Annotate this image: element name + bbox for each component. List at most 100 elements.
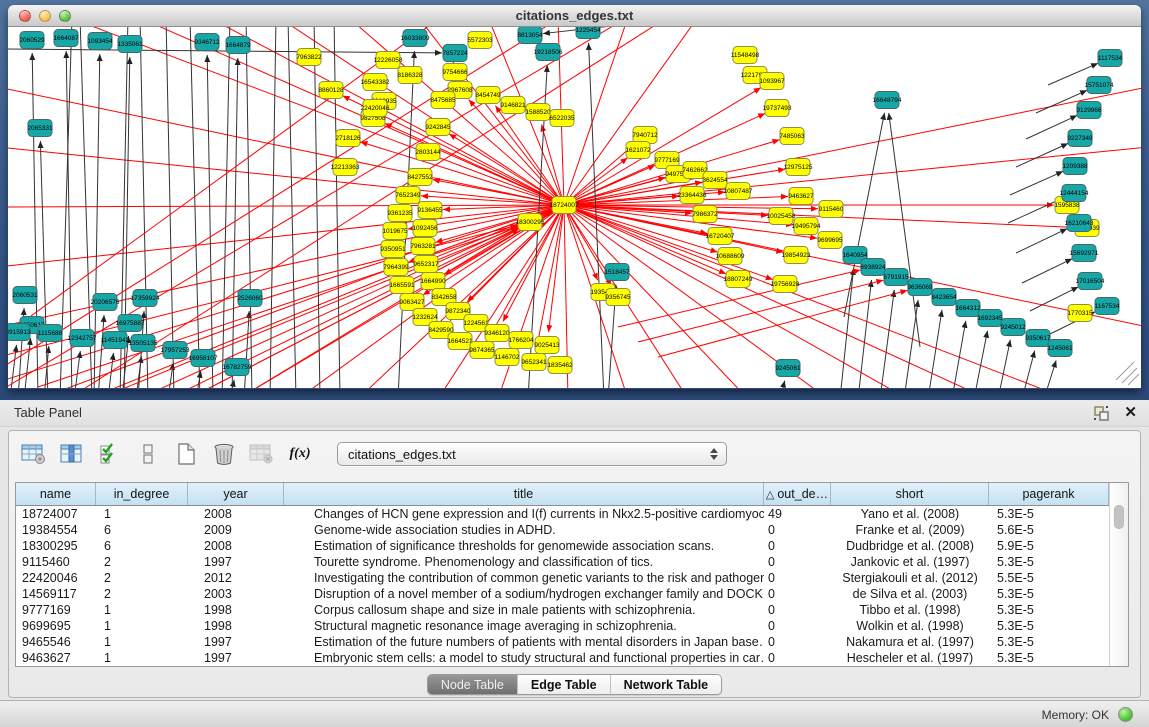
table-row[interactable]: 946362711997Embryonic stem cells: a mode… [16, 650, 1109, 666]
table-cell[interactable]: 1998 [188, 618, 284, 634]
table-scrollbar[interactable] [1109, 483, 1128, 666]
table-cell[interactable]: 2 [96, 586, 188, 602]
create-table-button[interactable] [171, 440, 201, 468]
table-cell[interactable]: 5.3E-5 [989, 554, 1109, 570]
column-header-pagerank[interactable]: pagerank [989, 483, 1109, 505]
delete-rows-button[interactable] [209, 440, 239, 468]
table-cell[interactable]: Genome-wide association studies in ADHD. [284, 522, 764, 538]
scrollbar-thumb[interactable] [1114, 505, 1124, 529]
table-row[interactable]: 1830029562008Estimation of significance … [16, 538, 1109, 554]
table-cell[interactable]: 19384554 [16, 522, 96, 538]
table-cell[interactable]: 0 [764, 634, 831, 650]
table-cell[interactable]: 14569117 [16, 586, 96, 602]
window-titlebar[interactable]: citations_edges.txt [8, 5, 1141, 27]
table-cell[interactable]: 1 [96, 634, 188, 650]
tab-node-table[interactable]: Node Table [428, 675, 517, 694]
table-cell[interactable]: 1 [96, 618, 188, 634]
table-cell[interactable]: 2 [96, 570, 188, 586]
zoom-window-button[interactable] [59, 10, 71, 22]
table-cell[interactable]: 5.3E-5 [989, 634, 1109, 650]
table-cell[interactable]: 0 [764, 554, 831, 570]
row-height-button[interactable] [133, 440, 163, 468]
table-cell[interactable]: Disruption of a novel member of a sodium… [284, 586, 764, 602]
delete-table-button[interactable] [247, 440, 277, 468]
table-cell[interactable]: 0 [764, 538, 831, 554]
table-row[interactable]: 977716911998Corpus callosum shape and si… [16, 602, 1109, 618]
table-cell[interactable]: Investigating the contribution of common… [284, 570, 764, 586]
table-cell[interactable]: 5.3E-5 [989, 506, 1109, 522]
table-cell[interactable]: 1997 [188, 554, 284, 570]
float-panel-icon[interactable] [1093, 405, 1110, 421]
table-row[interactable]: 946554611997Estimation of the future num… [16, 634, 1109, 650]
table-selector[interactable]: citations_edges.txt [337, 442, 727, 466]
table-row[interactable]: 911546021997Tourette syndrome. Phenomeno… [16, 554, 1109, 570]
table-cell[interactable]: 1 [96, 650, 188, 666]
table-cell[interactable]: 5.3E-5 [989, 618, 1109, 634]
table-cell[interactable]: 2012 [188, 570, 284, 586]
table-cell[interactable]: Yano et al. (2008) [831, 506, 989, 522]
table-cell[interactable]: Franke et al. (2009) [831, 522, 989, 538]
table-cell[interactable]: 9463627 [16, 650, 96, 666]
show-columns-button[interactable] [57, 440, 87, 468]
function-builder-button[interactable]: f(x) [285, 440, 315, 468]
table-row[interactable]: 2242004622012Investigating the contribut… [16, 570, 1109, 586]
minimize-window-button[interactable] [39, 10, 51, 22]
close-window-button[interactable] [19, 10, 31, 22]
resize-grip[interactable] [1116, 362, 1139, 385]
column-header-name[interactable]: name [16, 483, 96, 505]
table-cell[interactable]: 1 [96, 602, 188, 618]
table-cell[interactable]: Nakamura et al. (1997) [831, 634, 989, 650]
table-cell[interactable]: 6 [96, 538, 188, 554]
table-cell[interactable]: Stergiakouli et al. (2012) [831, 570, 989, 586]
column-header-title[interactable]: title [284, 483, 764, 505]
table-cell[interactable]: 6 [96, 522, 188, 538]
table-cell[interactable]: 5.3E-5 [989, 586, 1109, 602]
table-cell[interactable]: 9699695 [16, 618, 96, 634]
table-cell[interactable]: 18300295 [16, 538, 96, 554]
select-rows-button[interactable] [95, 440, 125, 468]
table-cell[interactable]: 2008 [188, 506, 284, 522]
table-cell[interactable]: Hescheler et al. (1997) [831, 650, 989, 666]
table-cell[interactable]: Dudbridge et al. (2008) [831, 538, 989, 554]
table-cell[interactable]: de Silva et al. (2003) [831, 586, 989, 602]
table-cell[interactable]: 2008 [188, 538, 284, 554]
table-cell[interactable]: Tibbo et al. (1998) [831, 602, 989, 618]
table-cell[interactable]: 5.5E-5 [989, 570, 1109, 586]
table-cell[interactable]: 5.9E-5 [989, 538, 1109, 554]
table-row[interactable]: 1872400712008Changes of HCN gene express… [16, 506, 1109, 522]
column-header-short[interactable]: short [831, 483, 989, 505]
column-header-year[interactable]: year [188, 483, 284, 505]
close-panel-icon[interactable]: ✕ [1124, 405, 1137, 421]
column-header-in_degree[interactable]: in_degree [96, 483, 188, 505]
table-cell[interactable]: 1997 [188, 634, 284, 650]
table-cell[interactable]: 0 [764, 522, 831, 538]
table-cell[interactable]: 0 [764, 650, 831, 666]
table-cell[interactable]: 5.6E-5 [989, 522, 1109, 538]
table-cell[interactable]: Corpus callosum shape and size in male p… [284, 602, 764, 618]
memory-status-indicator[interactable] [1118, 707, 1133, 722]
table-cell[interactable]: Jankovic et al. (1997) [831, 554, 989, 570]
table-cell[interactable]: 0 [764, 602, 831, 618]
table-cell[interactable]: 9115460 [16, 554, 96, 570]
table-cell[interactable]: Tourette syndrome. Phenomenology and cla… [284, 554, 764, 570]
table-row[interactable]: 1456911722003Disruption of a novel membe… [16, 586, 1109, 602]
table-cell[interactable]: 0 [764, 570, 831, 586]
table-cell[interactable]: Structural magnetic resonance image aver… [284, 618, 764, 634]
table-cell[interactable]: 2009 [188, 522, 284, 538]
table-cell[interactable]: 1998 [188, 602, 284, 618]
tab-network-table[interactable]: Network Table [610, 675, 722, 694]
table-row[interactable]: 1938455462009Genome-wide association stu… [16, 522, 1109, 538]
table-row[interactable]: 969969511998Structural magnetic resonanc… [16, 618, 1109, 634]
table-cell[interactable]: 0 [764, 586, 831, 602]
table-cell[interactable]: Changes of HCN gene expression and I(f) … [284, 506, 764, 522]
column-header-out_de[interactable]: △out_de… [764, 483, 831, 505]
table-cell[interactable]: 49 [764, 506, 831, 522]
table-cell[interactable]: Estimation of significance thresholds fo… [284, 538, 764, 554]
table-cell[interactable]: 0 [764, 618, 831, 634]
table-cell[interactable]: 9465546 [16, 634, 96, 650]
table-cell[interactable]: Wolkin et al. (1998) [831, 618, 989, 634]
table-cell[interactable]: 5.3E-5 [989, 650, 1109, 666]
citation-network-graph[interactable]: 1872400779638228860128891293598275081222… [8, 27, 1141, 388]
tab-edge-table[interactable]: Edge Table [517, 675, 610, 694]
network-canvas[interactable]: 1872400779638228860128891293598275081222… [8, 27, 1141, 388]
